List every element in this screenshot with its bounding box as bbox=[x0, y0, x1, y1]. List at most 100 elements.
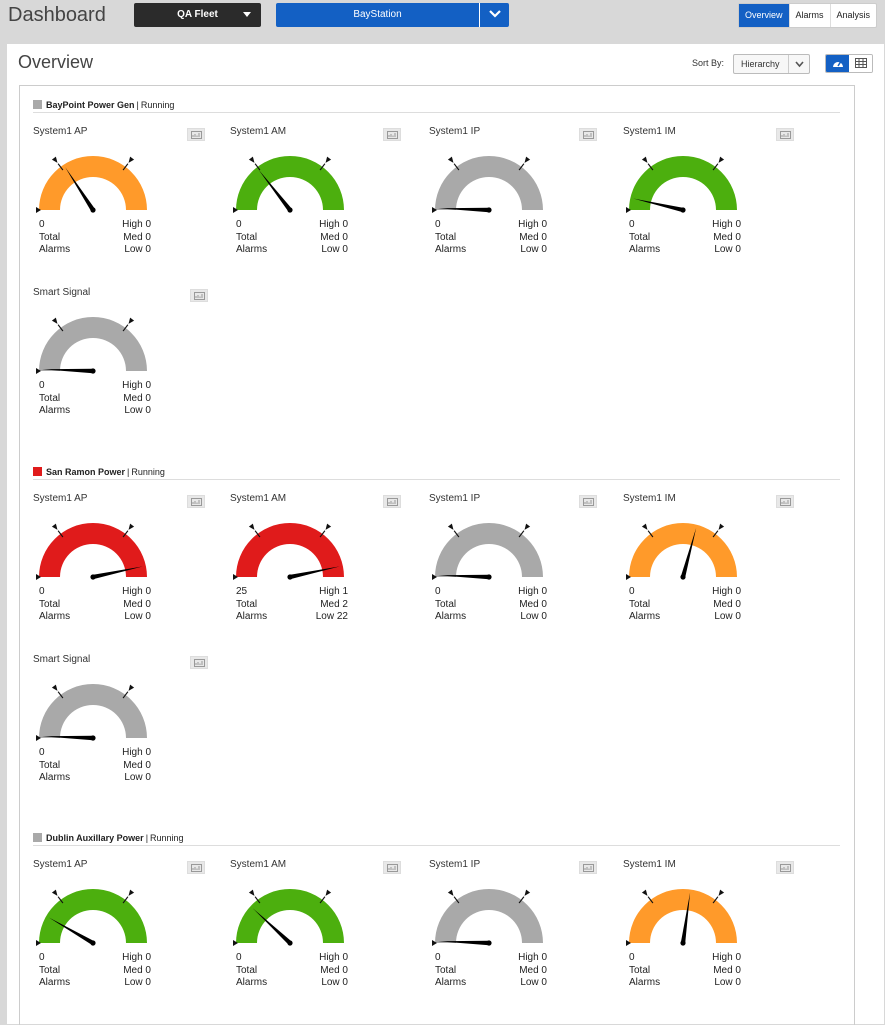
total-label: Total bbox=[629, 231, 651, 243]
sort-by-dropdown[interactable]: Hierarchy bbox=[733, 54, 810, 74]
gauge-hub bbox=[287, 207, 293, 213]
med-alarms: Med 0 bbox=[519, 964, 547, 976]
alarm-stats: 0 High 0 Total Med 0 Alarms Low 0 bbox=[435, 219, 547, 257]
med-alarms: Med 0 bbox=[713, 231, 741, 243]
gauge-hub bbox=[486, 574, 492, 580]
gauge-tile[interactable]: System1 IM 0 High 0 Total Med 0 Alarms Low 0 bbox=[623, 493, 803, 643]
gauge-tile[interactable]: System1 IP 0 High 0 Total Med 0 Alarms Low 0 bbox=[429, 493, 609, 643]
gauge-arc bbox=[39, 156, 147, 210]
divider: | bbox=[127, 467, 130, 477]
chart-icon bbox=[583, 498, 594, 506]
gauge-tile[interactable]: System1 AM 25 High 1 Total Med 2 Alarms Low 22 bbox=[230, 493, 410, 643]
group-name[interactable]: Dublin Auxillary Power bbox=[46, 833, 144, 843]
low-alarms: Low 0 bbox=[520, 977, 547, 988]
trend-chart-button[interactable] bbox=[383, 861, 401, 874]
gauge-hub bbox=[287, 574, 293, 580]
chart-icon bbox=[583, 864, 594, 872]
threshold-marker-icon bbox=[524, 523, 531, 530]
total-label: Total bbox=[435, 964, 457, 976]
med-alarms: Med 0 bbox=[123, 759, 151, 771]
gauge bbox=[233, 156, 344, 213]
total-label: Total bbox=[39, 231, 61, 243]
gauge-tile[interactable]: System1 IM 0 High 0 Total Med 0 Alarms Low 0 bbox=[623, 859, 803, 1009]
gauge bbox=[233, 523, 344, 580]
trend-chart-button[interactable] bbox=[190, 656, 208, 669]
trend-chart-button[interactable] bbox=[579, 861, 597, 874]
med-alarms: Med 2 bbox=[320, 598, 348, 610]
threshold-marker-icon bbox=[447, 156, 454, 163]
high-alarms: High 0 bbox=[122, 219, 151, 230]
total-label: Total bbox=[39, 598, 61, 610]
gauge-tile[interactable]: System1 AM 0 High 0 Total Med 0 Alarms Low 0 bbox=[230, 859, 410, 1009]
gauge-tile[interactable]: System1 IP 0 High 0 Total Med 0 Alarms Low 0 bbox=[429, 126, 609, 276]
med-alarms: Med 0 bbox=[123, 598, 151, 610]
gauge-tile[interactable]: Smart Signal 0 High 0 Total Med 0 Alarms Low 0 bbox=[33, 654, 213, 804]
gauge bbox=[36, 889, 147, 946]
chart-icon bbox=[387, 131, 398, 139]
tab-alarms[interactable]: Alarms bbox=[788, 4, 830, 27]
low-alarms: Low 0 bbox=[124, 611, 151, 622]
tile-title: System1 AP bbox=[33, 859, 88, 870]
trend-chart-button[interactable] bbox=[579, 495, 597, 508]
trend-chart-button[interactable] bbox=[187, 495, 205, 508]
gauge-hub bbox=[90, 574, 96, 580]
trend-chart-button[interactable] bbox=[776, 128, 794, 141]
gauge-tile[interactable]: System1 AP 0 High 0 Total Med 0 Alarms Low 0 bbox=[33, 493, 213, 643]
tab-analysis[interactable]: Analysis bbox=[829, 4, 877, 27]
gauge-arc bbox=[629, 156, 737, 210]
alarms-label: Alarms bbox=[236, 244, 268, 255]
trend-chart-button[interactable] bbox=[776, 495, 794, 508]
chevron-down-icon[interactable] bbox=[479, 3, 509, 27]
view-toggle bbox=[825, 54, 873, 73]
total-label: Total bbox=[236, 598, 258, 610]
gauge-tile[interactable]: System1 AP 0 High 0 Total Med 0 Alarms Low 0 bbox=[33, 859, 213, 1009]
gauge bbox=[233, 889, 344, 946]
trend-chart-button[interactable] bbox=[383, 128, 401, 141]
fleet-dropdown[interactable]: QA Fleet bbox=[134, 3, 261, 27]
alarm-stats: 0 High 0 Total Med 0 Alarms Low 0 bbox=[39, 219, 151, 257]
alarm-stats: 0 High 0 Total Med 0 Alarms Low 0 bbox=[236, 219, 348, 257]
tab-overview[interactable]: Overview bbox=[739, 4, 789, 27]
chart-icon bbox=[780, 864, 791, 872]
gauge-tile[interactable]: System1 IP 0 High 0 Total Med 0 Alarms Low 0 bbox=[429, 859, 609, 1009]
gauge-tile[interactable]: System1 IM 0 High 0 Total Med 0 Alarms Low 0 bbox=[623, 126, 803, 276]
med-alarms: Med 0 bbox=[123, 231, 151, 243]
gauge-arc bbox=[435, 889, 543, 943]
tile-title: System1 IM bbox=[623, 493, 676, 504]
total-alarms-count: 0 bbox=[629, 586, 635, 597]
alarm-stats: 0 High 0 Total Med 0 Alarms Low 0 bbox=[39, 747, 151, 785]
trend-chart-button[interactable] bbox=[579, 128, 597, 141]
trend-chart-button[interactable] bbox=[187, 861, 205, 874]
alarms-label: Alarms bbox=[236, 977, 268, 988]
total-label: Total bbox=[629, 598, 651, 610]
table-view-button[interactable] bbox=[849, 55, 872, 72]
threshold-marker-icon bbox=[641, 156, 648, 163]
alarms-label: Alarms bbox=[39, 611, 71, 622]
gauge-tile[interactable]: System1 AM 0 High 0 Total Med 0 Alarms Low 0 bbox=[230, 126, 410, 276]
station-dropdown[interactable]: BayStation bbox=[276, 3, 509, 27]
gauge bbox=[432, 889, 543, 946]
total-alarms-count: 0 bbox=[39, 380, 45, 391]
trend-chart-button[interactable] bbox=[190, 289, 208, 302]
chart-icon bbox=[194, 292, 205, 300]
high-alarms: High 0 bbox=[518, 586, 547, 597]
threshold-marker-icon bbox=[524, 889, 531, 896]
gauge-tile[interactable]: System1 AP 0 High 0 Total Med 0 Alarms Low 0 bbox=[33, 126, 213, 276]
gauge-view-button[interactable] bbox=[826, 55, 849, 72]
group-status: Running bbox=[140, 100, 175, 110]
gauge-arc bbox=[435, 523, 543, 577]
gauge-hub bbox=[680, 574, 686, 580]
gauge-hub bbox=[486, 207, 492, 213]
tile-title: Smart Signal bbox=[33, 287, 91, 298]
trend-chart-button[interactable] bbox=[776, 861, 794, 874]
threshold-marker-icon bbox=[447, 889, 454, 896]
group-header: San Ramon Power | Running bbox=[33, 466, 840, 480]
trend-chart-button[interactable] bbox=[187, 128, 205, 141]
alarms-label: Alarms bbox=[435, 977, 467, 988]
chart-icon bbox=[387, 864, 398, 872]
gauge-tile[interactable]: Smart Signal 0 High 0 Total Med 0 Alarms Low 0 bbox=[33, 287, 213, 437]
group-name[interactable]: BayPoint Power Gen bbox=[46, 100, 135, 110]
group-name[interactable]: San Ramon Power bbox=[46, 467, 125, 477]
trend-chart-button[interactable] bbox=[383, 495, 401, 508]
divider: | bbox=[136, 100, 139, 110]
